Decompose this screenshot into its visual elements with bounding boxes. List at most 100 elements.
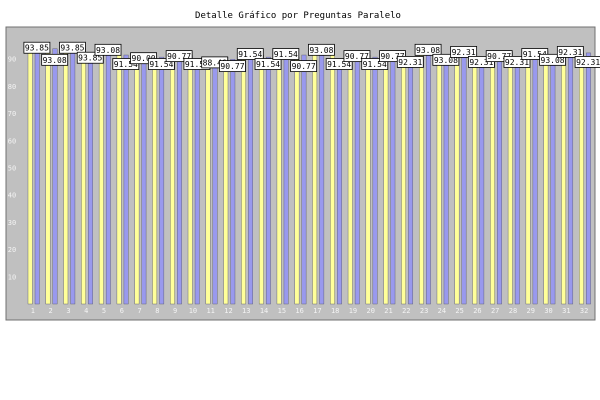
bar-series-1-4	[81, 48, 86, 305]
x-tick-label: 6	[120, 307, 124, 315]
data-label: 93.08	[41, 53, 69, 66]
x-tick-label: 23	[420, 307, 428, 315]
bar-series-1-32	[579, 52, 584, 305]
bar-series-1-14	[258, 54, 264, 305]
bar-series-2-16	[301, 54, 307, 305]
bar-series-1-9	[170, 56, 175, 305]
bar-series-2-22	[408, 56, 414, 305]
bar-series-2-30	[550, 54, 556, 305]
x-tick-label: 14	[260, 307, 268, 315]
x-tick-label: 20	[367, 307, 375, 315]
x-tick-label: 32	[580, 307, 588, 315]
data-label-text: 93.85	[60, 44, 84, 53]
bar-series-1-8	[152, 54, 158, 305]
bar-series-1-10	[187, 54, 193, 305]
data-label: 93.08	[94, 43, 122, 56]
y-tick-label: 40	[8, 192, 16, 200]
data-label-text: 92.31	[452, 48, 476, 57]
bar-series-2-5	[105, 52, 111, 305]
bar-series-2-26	[479, 59, 485, 305]
bar-series-1-15	[276, 54, 282, 305]
x-tick-label: 15	[278, 307, 286, 315]
bar-series-2-15	[283, 56, 289, 305]
bar-series-2-14	[265, 56, 271, 305]
x-tick-label: 22	[402, 307, 410, 315]
bar-series-1-27	[490, 56, 495, 305]
x-tick-label: 16	[295, 307, 303, 315]
bar-series-2-9	[177, 56, 182, 305]
data-label-text: 92.31	[558, 48, 582, 57]
bar-series-2-28	[514, 56, 520, 305]
data-label: 93.85	[59, 41, 86, 54]
bar-series-1-5	[98, 50, 104, 305]
data-label-text: 93.85	[25, 44, 49, 53]
data-label-text: 93.08	[96, 46, 120, 55]
data-label-text: 90.77	[220, 62, 244, 71]
x-tick-label: 24	[438, 307, 446, 315]
x-tick-label: 5	[102, 307, 106, 315]
x-tick-label: 19	[349, 307, 357, 315]
bar-series-2-19	[354, 61, 360, 305]
bar-series-1-24	[436, 50, 442, 305]
x-tick-label: 25	[455, 307, 463, 315]
bar-series-1-19	[347, 56, 353, 305]
bar-series-2-4	[88, 52, 93, 305]
bar-series-2-2	[52, 48, 58, 305]
bar-series-2-8	[159, 56, 165, 305]
y-tick-label: 50	[8, 165, 16, 173]
data-label-text: 91.54	[274, 50, 298, 59]
x-tick-label: 7	[137, 307, 141, 315]
x-tick-label: 21	[384, 307, 392, 315]
data-label: 92.31	[574, 56, 600, 68]
bar-series-1-20	[365, 54, 371, 305]
data-label: 92.31	[450, 46, 478, 58]
x-tick-label: 13	[242, 307, 250, 315]
data-label-text: 93.08	[416, 46, 440, 55]
data-label: 91.54	[272, 48, 300, 60]
x-tick-label: 9	[173, 307, 177, 315]
x-tick-label: 1	[31, 307, 35, 315]
x-tick-label: 12	[224, 307, 232, 315]
x-tick-label: 31	[562, 307, 570, 315]
bar-series-1-11	[205, 63, 211, 305]
bar-series-2-21	[390, 56, 396, 305]
bar-series-2-11	[212, 56, 218, 305]
bar-series-1-28	[507, 52, 513, 305]
bar-series-2-32	[586, 52, 591, 305]
bar-series-2-13	[248, 56, 253, 305]
x-tick-label: 29	[527, 307, 535, 315]
y-tick-label: 70	[8, 110, 16, 118]
bar-series-2-24	[443, 54, 449, 305]
bar-series-2-31	[568, 50, 574, 305]
data-label: 90.77	[219, 60, 246, 73]
x-tick-label: 17	[313, 307, 321, 315]
bar-series-2-27	[497, 56, 502, 305]
bar-series-1-3	[63, 48, 69, 305]
x-tick-label: 4	[84, 307, 88, 315]
bar-series-2-12	[230, 59, 236, 305]
bar-series-1-1	[27, 48, 33, 305]
x-tick-label: 26	[473, 307, 481, 315]
x-tick-label: 10	[189, 307, 197, 315]
y-tick-label: 10	[8, 273, 16, 281]
y-tick-label: 20	[8, 246, 16, 254]
x-tick-label: 28	[509, 307, 517, 315]
bar-series-2-20	[372, 56, 378, 305]
y-tick-label: 60	[8, 137, 16, 145]
bar-series-2-29	[532, 56, 538, 305]
x-tick-label: 8	[155, 307, 159, 315]
bar-series-1-22	[401, 52, 407, 305]
bar-chart: Detalle Gráfico por Preguntas Paralelo 1…	[5, 11, 600, 321]
bar-series-1-7	[134, 59, 140, 305]
x-tick-label: 27	[491, 307, 499, 315]
x-tick-label: 3	[66, 307, 70, 315]
x-tick-label: 2	[49, 307, 53, 315]
data-label-text: 93.08	[309, 46, 333, 55]
bar-series-1-29	[525, 54, 531, 305]
data-label-text: 92.31	[398, 58, 422, 67]
bar-series-2-3	[70, 48, 76, 305]
bar-series-1-13	[241, 54, 246, 305]
bar-series-2-6	[123, 54, 129, 305]
bar-series-1-26	[472, 52, 478, 305]
data-label-text: 91.54	[256, 60, 280, 69]
